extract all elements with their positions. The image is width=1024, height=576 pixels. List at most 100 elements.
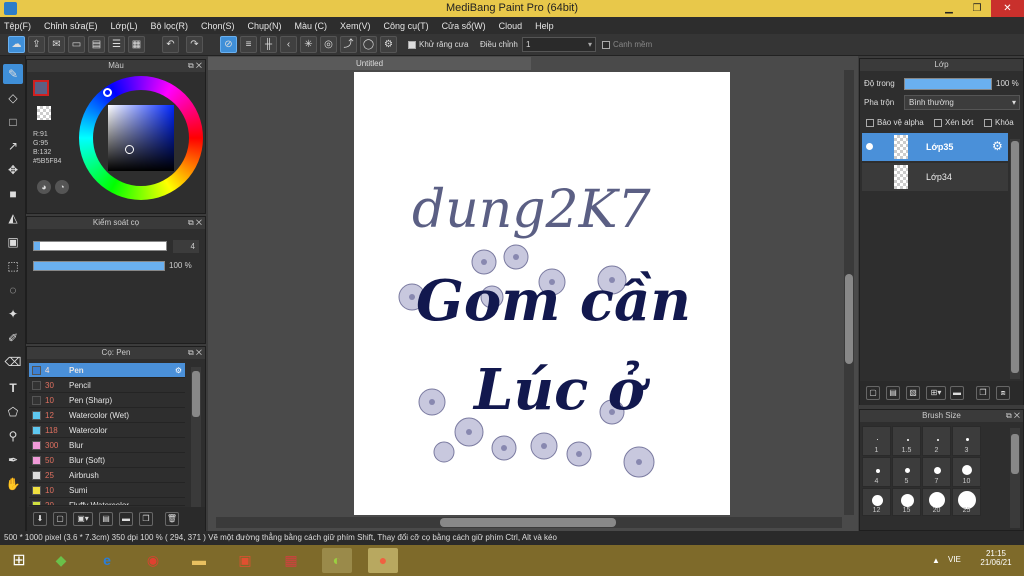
ellipse-snap-icon[interactable]: ◯	[360, 36, 377, 53]
protect-alpha-checkbox[interactable]: Bảo vệ alpha	[866, 118, 924, 127]
pipette-tool-icon[interactable]: ✒	[3, 450, 23, 470]
gear-icon[interactable]: ⚙	[175, 363, 182, 378]
brush-item[interactable]: 300 Blur	[29, 438, 185, 453]
curve-snap-icon[interactable]: ⤴	[340, 36, 357, 53]
lasso-tool-icon[interactable]: ◌	[3, 280, 23, 300]
cloud-icon[interactable]: ☁	[8, 36, 25, 53]
circle-snap-icon[interactable]: ◎	[320, 36, 337, 53]
brush-size-cell[interactable]: 4	[862, 457, 891, 487]
layer-row-selected[interactable]: Lớp35 ⚙	[862, 133, 1008, 161]
duplicate-layer-icon[interactable]: ❐	[976, 386, 990, 400]
file-explorer-icon[interactable]: ▬	[184, 548, 214, 573]
merge-layer-icon[interactable]: ⧈	[996, 386, 1010, 400]
fill-rect-tool-icon[interactable]: ■	[3, 184, 23, 204]
gradient-tool-icon[interactable]: ▣	[3, 232, 23, 252]
brush-item[interactable]: 10 Pen (Sharp)	[29, 393, 185, 408]
taskbar-chevron-icon[interactable]: ▲	[932, 556, 940, 565]
brush-size-slider[interactable]	[33, 241, 167, 251]
brush-size-cell[interactable]: 2	[922, 426, 951, 456]
clipping-checkbox[interactable]: Xén bớt	[934, 118, 973, 127]
comment-icon[interactable]: ▭	[68, 36, 85, 53]
brush-item[interactable]: 12 Watercolor (Wet)	[29, 408, 185, 423]
menu-filter[interactable]: Bộ lọc(R)	[150, 21, 188, 31]
brush-size-cell[interactable]: 1.5	[892, 426, 921, 456]
select-pen-tool-icon[interactable]: ✐	[3, 328, 23, 348]
brush-list-scrollbar[interactable]	[191, 367, 201, 507]
brush-item[interactable]: 10 Sumi	[29, 483, 185, 498]
antialias-checkbox[interactable]: Khử răng cưa	[408, 40, 468, 49]
redo-icon[interactable]: ↷	[186, 36, 203, 53]
eyedropper-tool-icon[interactable]: ⚲	[3, 426, 23, 446]
panel-close-icon[interactable]: ⧉ ✕	[188, 347, 202, 359]
hue-picker-handle[interactable]	[103, 88, 112, 97]
menu-select[interactable]: Chọn(S)	[201, 21, 235, 31]
horizontal-scrollbar[interactable]	[216, 517, 842, 528]
brush-size-cell[interactable]: 25	[952, 488, 981, 516]
dot-tool-icon[interactable]: ↗	[3, 136, 23, 156]
new-layer-icon[interactable]: ▢	[866, 386, 880, 400]
brush-item[interactable]: 20 Fluffy Watercolor	[29, 498, 185, 506]
undo-icon[interactable]: ↶	[162, 36, 179, 53]
brush-tool-icon[interactable]: ✎	[3, 64, 23, 84]
radial-snap-icon[interactable]: ✳	[300, 36, 317, 53]
brush-size-cell[interactable]: 5	[892, 457, 921, 487]
gear-icon[interactable]: ⚙	[992, 139, 1003, 153]
canvas-tab[interactable]: Untitled	[208, 57, 531, 70]
layer-row[interactable]: Lớp34	[862, 163, 1008, 191]
powerpoint-icon[interactable]: ▣	[230, 548, 260, 573]
internet-explorer-icon[interactable]: e	[92, 548, 122, 573]
eye-icon[interactable]	[866, 143, 873, 150]
rect-shape-tool-icon[interactable]: □	[3, 112, 23, 132]
trash-icon[interactable]: 🗑	[165, 512, 179, 526]
app-icon-red[interactable]: ▦	[276, 548, 306, 573]
menu-file[interactable]: Tệp(F)	[4, 21, 31, 31]
parallel-snap-icon[interactable]: ≡	[240, 36, 257, 53]
language-indicator[interactable]: VIE	[948, 555, 961, 564]
layer-opacity-slider[interactable]	[904, 78, 992, 90]
saturation-value-square[interactable]	[108, 105, 174, 171]
bucket-tool-icon[interactable]: ◭	[3, 208, 23, 228]
vertical-scrollbar[interactable]	[844, 70, 854, 515]
brush-item[interactable]: 30 Pencil	[29, 378, 185, 393]
transparent-color-swatch[interactable]	[37, 106, 51, 120]
magic-wand-tool-icon[interactable]: ✦	[3, 304, 23, 324]
brush-size-cell[interactable]: 1	[862, 426, 891, 456]
upload-icon[interactable]: ⇪	[28, 36, 45, 53]
select-eraser-tool-icon[interactable]: ⌫	[3, 352, 23, 372]
lock-checkbox[interactable]: Khóa	[984, 118, 1014, 127]
app-icon-green[interactable]: ◐	[322, 548, 352, 573]
menu-layer[interactable]: Lớp(L)	[111, 21, 138, 31]
text-tool-icon[interactable]: T	[3, 378, 23, 398]
maximize-button[interactable]: ❐	[963, 0, 991, 17]
brush-size-cell[interactable]: 20	[922, 488, 951, 516]
new-image-layer-icon[interactable]: ▧	[906, 386, 920, 400]
menu-color[interactable]: Màu (C)	[295, 21, 328, 31]
windows-start-icon[interactable]: ⊞	[4, 548, 34, 573]
hue-ring[interactable]	[79, 76, 203, 200]
sv-picker-handle[interactable]	[125, 145, 134, 154]
add-layer-menu-icon[interactable]: ⊞▾	[926, 386, 946, 400]
layer-folder-icon[interactable]: ▬	[950, 386, 964, 400]
vanishing-snap-icon[interactable]: ‹	[280, 36, 297, 53]
layer-scrollbar[interactable]	[1010, 139, 1020, 379]
foreground-color-swatch[interactable]	[33, 80, 49, 96]
brush-size-cell[interactable]: 3	[952, 426, 981, 456]
minimize-button[interactable]: ▁	[935, 0, 963, 17]
adjust-select[interactable]: 1 ▾	[522, 37, 596, 52]
divide-tool-icon[interactable]: ⬠	[3, 402, 23, 422]
brush-size-scrollbar[interactable]	[1010, 428, 1020, 528]
menu-tools[interactable]: Công cụ(T)	[384, 21, 429, 31]
brush-item[interactable]: 25 Airbrush	[29, 468, 185, 483]
move-tool-icon[interactable]: ✥	[3, 160, 23, 180]
blend-select[interactable]: Bình thường ▾	[904, 95, 1020, 110]
clock[interactable]: 21:15 21/06/21	[978, 549, 1014, 567]
medibang-taskbar-icon[interactable]: ●	[368, 548, 398, 573]
chrome-icon[interactable]: ◉	[138, 548, 168, 573]
close-button[interactable]: ✕	[991, 0, 1024, 17]
brush-size-value[interactable]: 4	[173, 240, 199, 253]
brush-size-cell[interactable]: 12	[862, 488, 891, 516]
new-brush-icon[interactable]: ▢	[53, 512, 67, 526]
smooth-checkbox[interactable]: Canh mềm	[602, 40, 652, 49]
snap-off-icon[interactable]: ⊘	[220, 36, 237, 53]
bluestacks-icon[interactable]: ◆	[46, 548, 76, 573]
